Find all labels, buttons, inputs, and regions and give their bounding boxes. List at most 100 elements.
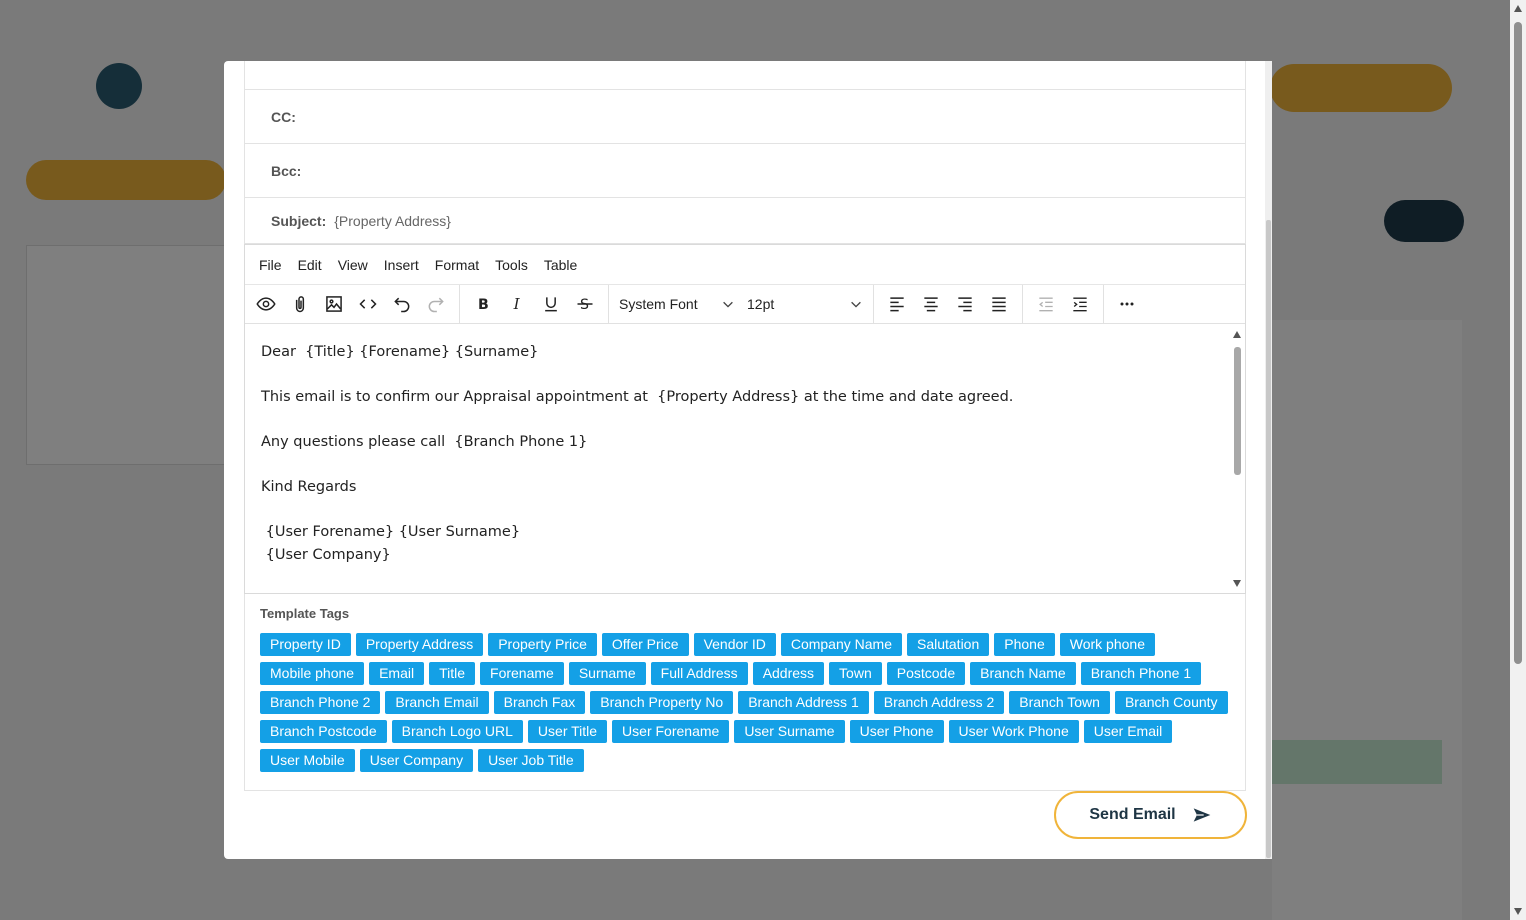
template-tag-button[interactable]: User Forename xyxy=(612,720,730,743)
scrollbar-thumb[interactable] xyxy=(1234,347,1241,475)
template-tag-button[interactable]: Town xyxy=(829,662,882,685)
template-tag-button[interactable]: Branch Phone 1 xyxy=(1080,662,1202,685)
email-fields: CC: Bcc: Subject: {Property Address} xyxy=(244,61,1246,244)
underline-icon[interactable] xyxy=(534,289,568,319)
font-size-select[interactable]: 12pt xyxy=(741,289,869,319)
indent-icon[interactable] xyxy=(1063,289,1097,319)
justify-icon[interactable] xyxy=(982,289,1016,319)
template-tag-button[interactable]: User Mobile xyxy=(260,749,355,772)
template-tag-button[interactable]: Salutation xyxy=(906,633,990,656)
body-line: Any questions please call {Branch Phone … xyxy=(261,434,588,450)
body-line: This email is to confirm our Appraisal a… xyxy=(261,389,1014,405)
to-field-row[interactable] xyxy=(245,61,1245,90)
cc-field-row[interactable]: CC: xyxy=(245,90,1245,144)
template-tag-button[interactable]: Title xyxy=(429,662,476,685)
cc-label: CC: xyxy=(271,108,296,125)
send-email-button[interactable]: Send Email xyxy=(1054,791,1247,839)
menu-table[interactable]: Table xyxy=(544,257,577,273)
template-tag-button[interactable]: Branch Address 2 xyxy=(873,691,1005,714)
editor-toolbar: B I S System Font 12pt xyxy=(245,285,1245,324)
font-family-value: System Font xyxy=(619,296,698,312)
template-tag-button[interactable]: Branch Address 1 xyxy=(738,691,869,714)
bcc-field-row[interactable]: Bcc: xyxy=(245,144,1245,198)
template-tag-button[interactable]: Branch Logo URL xyxy=(391,720,523,743)
template-tag-button[interactable]: Branch Phone 2 xyxy=(260,691,381,714)
menu-format[interactable]: Format xyxy=(435,257,479,273)
rich-text-editor: File Edit View Insert Format Tools Table xyxy=(244,244,1246,594)
editor-menubar: File Edit View Insert Format Tools Table xyxy=(245,245,1245,285)
template-tag-button[interactable]: Branch Fax xyxy=(493,691,586,714)
email-modal: CC: Bcc: Subject: {Property Address} Fil… xyxy=(224,61,1272,859)
scrollbar-thumb[interactable] xyxy=(1514,22,1522,664)
template-tag-button[interactable]: Mobile phone xyxy=(260,662,365,685)
template-tag-button[interactable]: Offer Price xyxy=(601,633,689,656)
editor-content-area[interactable]: Dear {Title} {Forename} {Surname} This e… xyxy=(245,325,1231,593)
menu-view[interactable]: View xyxy=(338,257,368,273)
editor-scrollbar[interactable] xyxy=(1231,325,1243,593)
font-family-select[interactable]: System Font xyxy=(613,289,741,319)
template-tag-button[interactable]: Phone xyxy=(994,633,1055,656)
template-tag-button[interactable]: Surname xyxy=(568,662,646,685)
chevron-down-icon xyxy=(851,301,861,308)
menu-insert[interactable]: Insert xyxy=(384,257,419,273)
redo-icon[interactable] xyxy=(419,289,453,319)
send-icon xyxy=(1193,808,1210,822)
subject-label: Subject: xyxy=(271,212,327,229)
align-left-icon[interactable] xyxy=(880,289,914,319)
strikethrough-icon[interactable]: S xyxy=(568,289,602,319)
font-size-value: 12pt xyxy=(747,296,775,312)
template-tag-button[interactable]: Work phone xyxy=(1059,633,1155,656)
outdent-icon[interactable] xyxy=(1029,289,1063,319)
template-tag-button[interactable]: User Email xyxy=(1083,720,1173,743)
attachment-icon[interactable] xyxy=(283,289,317,319)
template-tag-button[interactable]: Branch Postcode xyxy=(260,720,387,743)
template-tag-button[interactable]: User Surname xyxy=(734,720,845,743)
modal-scrollbar-thumb[interactable] xyxy=(1266,220,1271,858)
template-tag-button[interactable]: Company Name xyxy=(780,633,902,656)
body-line: Dear {Title} {Forename} {Surname} xyxy=(261,344,539,360)
template-tag-button[interactable]: Property ID xyxy=(260,633,351,656)
menu-edit[interactable]: Edit xyxy=(298,257,322,273)
template-tag-button[interactable]: Branch Property No xyxy=(590,691,734,714)
template-tag-button[interactable]: User Company xyxy=(359,749,474,772)
template-tag-button[interactable]: Branch County xyxy=(1114,691,1228,714)
template-tag-button[interactable]: Property Address xyxy=(355,633,484,656)
align-right-icon[interactable] xyxy=(948,289,982,319)
menu-tools[interactable]: Tools xyxy=(495,257,528,273)
template-tag-button[interactable]: Postcode xyxy=(886,662,966,685)
subject-input[interactable]: {Property Address} xyxy=(334,213,451,229)
align-center-icon[interactable] xyxy=(914,289,948,319)
template-tag-button[interactable]: User Phone xyxy=(849,720,944,743)
scroll-up-icon[interactable] xyxy=(1514,5,1522,12)
chevron-down-icon xyxy=(723,301,733,308)
template-tag-button[interactable]: Branch Town xyxy=(1009,691,1110,714)
bold-icon[interactable]: B xyxy=(466,289,500,319)
italic-icon[interactable]: I xyxy=(500,289,534,319)
template-tag-button[interactable]: Address xyxy=(752,662,825,685)
template-tag-button[interactable]: Branch Name xyxy=(970,662,1076,685)
template-tags-title: Template Tags xyxy=(260,606,350,621)
template-tag-button[interactable]: Full Address xyxy=(650,662,748,685)
template-tag-button[interactable]: User Title xyxy=(527,720,608,743)
template-tag-button[interactable]: Branch Email xyxy=(385,691,489,714)
template-tag-button[interactable]: Property Price xyxy=(488,633,597,656)
template-tag-button[interactable]: User Work Phone xyxy=(948,720,1079,743)
image-icon[interactable] xyxy=(317,289,351,319)
preview-icon[interactable] xyxy=(249,289,283,319)
code-icon[interactable] xyxy=(351,289,385,319)
scroll-up-icon[interactable] xyxy=(1233,331,1241,338)
menu-file[interactable]: File xyxy=(259,257,282,273)
template-tags-list: Property ID Property Address Property Pric… xyxy=(260,633,1240,772)
scroll-down-icon[interactable] xyxy=(1233,580,1241,587)
more-icon[interactable] xyxy=(1110,289,1144,319)
template-tag-button[interactable]: Vendor ID xyxy=(693,633,776,656)
template-tag-button[interactable]: User Job Title xyxy=(478,749,584,772)
subject-field-row[interactable]: Subject: {Property Address} xyxy=(245,198,1245,244)
page-scrollbar[interactable] xyxy=(1510,0,1526,920)
template-tag-button[interactable]: Email xyxy=(369,662,425,685)
send-email-label: Send Email xyxy=(1089,806,1176,823)
template-tag-button[interactable]: Forename xyxy=(480,662,564,685)
undo-icon[interactable] xyxy=(385,289,419,319)
scroll-down-icon[interactable] xyxy=(1514,908,1522,915)
svg-text:B: B xyxy=(478,297,489,313)
